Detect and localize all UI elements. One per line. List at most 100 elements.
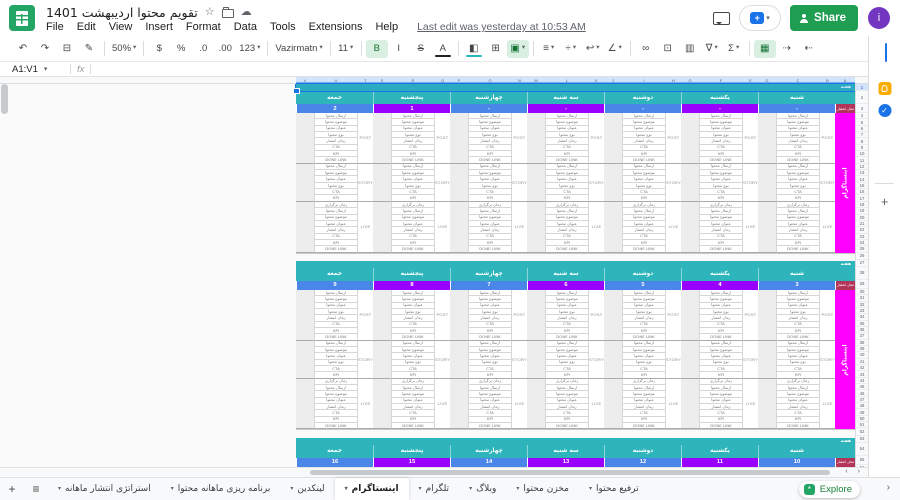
entry-cell[interactable] <box>527 246 545 252</box>
row-label-cell[interactable]: DONE LINK <box>391 246 435 252</box>
column-header-V[interactable]: V <box>296 77 314 84</box>
entry-cell[interactable] <box>296 423 314 429</box>
format-percent-icon[interactable]: % <box>170 40 192 58</box>
entry-cell[interactable] <box>604 423 622 429</box>
row-label-cell[interactable]: DONE LINK <box>776 246 820 252</box>
column-header-M[interactable]: M <box>527 77 545 84</box>
date-cell[interactable]: 15 <box>373 458 450 467</box>
column-header-A[interactable]: A <box>835 77 855 84</box>
sheets-logo[interactable] <box>9 5 35 31</box>
column-header-H[interactable]: H <box>666 77 681 84</box>
row-label-cell[interactable]: DONE LINK <box>314 423 358 429</box>
print-icon[interactable]: ⊟ <box>56 40 78 58</box>
date-cell[interactable]: - <box>527 104 604 113</box>
row-header-55[interactable]: 55 <box>856 456 868 465</box>
sheet-tab-3[interactable]: ▾لینکدین <box>280 478 334 500</box>
column-header-J[interactable]: J <box>604 77 622 84</box>
row-label-cell[interactable]: DONE LINK <box>545 423 589 429</box>
row-label-cell[interactable]: DONE LINK <box>622 246 666 252</box>
date-cell[interactable]: 7 <box>450 281 527 290</box>
share-button[interactable]: Share <box>790 5 858 31</box>
document-title[interactable]: تقویم محتوا اردیبهشت 1401 <box>46 5 198 20</box>
date-cell[interactable]: 3 <box>758 281 835 290</box>
star-icon[interactable]: ☆ <box>205 7 215 18</box>
column-header-I[interactable]: I <box>622 77 666 84</box>
text-wrap-icon[interactable]: ↩▾ <box>582 40 604 58</box>
horizontal-scrollbar-thumb[interactable] <box>310 470 830 475</box>
keep-icon[interactable] <box>878 82 891 95</box>
entry-cell[interactable] <box>758 246 776 252</box>
row-header-strip[interactable]: 1234567891011121314151617181920212223242… <box>855 84 868 467</box>
sheet-tab-5[interactable]: ▾تلگرام <box>409 478 460 500</box>
menu-view[interactable]: View <box>109 21 133 33</box>
horizontal-scrollbar[interactable]: ‹ › <box>0 467 868 477</box>
row-header-27[interactable]: 27 <box>856 260 868 267</box>
calendar-icon[interactable] <box>885 43 887 62</box>
menu-data[interactable]: Data <box>234 21 257 33</box>
tab-menu-caret-icon[interactable]: ▾ <box>290 486 293 492</box>
entry-cell[interactable] <box>450 246 468 252</box>
more-formats-select[interactable]: 123▾ <box>236 40 263 58</box>
sheet-direction-icon[interactable]: ▦ <box>754 40 776 58</box>
undo-icon[interactable]: ↶ <box>12 40 34 58</box>
column-header-O[interactable]: O <box>468 77 512 84</box>
fill-color-icon[interactable]: ◧ <box>463 40 485 58</box>
date-cell[interactable]: 5 <box>604 281 681 290</box>
row-header-1[interactable]: 1 <box>856 84 868 91</box>
date-cell[interactable]: 14 <box>450 458 527 467</box>
column-header-strip[interactable]: VUTSRQPONMLKJIHGFEDCBA <box>0 77 868 84</box>
column-header-S[interactable]: S <box>373 77 391 84</box>
date-cell[interactable]: 2 <box>296 104 373 113</box>
menu-insert[interactable]: Insert <box>145 21 173 33</box>
row-header-52[interactable]: 52 <box>856 428 868 435</box>
date-cell[interactable]: - <box>758 104 835 113</box>
row-label-cell[interactable]: DONE LINK <box>391 423 435 429</box>
functions-icon[interactable]: Σ▾ <box>723 40 745 58</box>
date-cell[interactable]: 8 <box>373 281 450 290</box>
sheet-tab-7[interactable]: ▾مخزن محتوا <box>506 478 579 500</box>
entry-cell[interactable] <box>450 423 468 429</box>
scroll-arrow-icons[interactable]: ‹ › <box>845 468 864 475</box>
column-header-G[interactable]: G <box>681 77 699 84</box>
column-header-T[interactable]: T <box>358 77 373 84</box>
add-addon-icon[interactable]: + <box>881 194 889 209</box>
column-header-C[interactable]: C <box>776 77 820 84</box>
date-cell[interactable]: 11 <box>681 458 758 467</box>
redo-icon[interactable]: ↷ <box>34 40 56 58</box>
date-cell[interactable]: 1 <box>373 104 450 113</box>
row-label-cell[interactable]: DONE LINK <box>622 423 666 429</box>
row-label-cell[interactable]: DONE LINK <box>545 246 589 252</box>
column-header-F[interactable]: F <box>699 77 743 84</box>
increase-decimals-icon[interactable]: .00 <box>214 40 236 58</box>
account-avatar[interactable]: i <box>868 7 890 29</box>
row-header-53[interactable]: 53 <box>856 436 868 443</box>
column-header-U[interactable]: U <box>314 77 358 84</box>
text-direction-ltr-icon[interactable]: ⇢ <box>776 40 798 58</box>
entry-cell[interactable] <box>681 423 699 429</box>
present-button[interactable]: + ▾ <box>740 6 780 30</box>
filter-icon[interactable]: ∇▾ <box>701 40 723 58</box>
column-header-B[interactable]: B <box>820 77 835 84</box>
move-to-folder-icon[interactable] <box>222 9 234 18</box>
insert-chart-icon[interactable]: ▥ <box>679 40 701 58</box>
explore-button[interactable]: * Explore <box>799 481 860 498</box>
row-header-2[interactable]: 2 <box>856 91 868 104</box>
fill-handle[interactable] <box>293 88 300 95</box>
date-cell[interactable]: 4 <box>681 281 758 290</box>
tab-menu-caret-icon[interactable]: ▾ <box>419 486 422 492</box>
tab-menu-caret-icon[interactable]: ▾ <box>469 486 472 492</box>
add-sheet-button[interactable]: + <box>0 482 24 496</box>
sheet-tab-2[interactable]: ▾برنامه ریزی ماهانه محتوا <box>161 478 281 500</box>
all-sheets-button[interactable]: ≡ <box>24 482 48 496</box>
menu-format[interactable]: Format <box>186 21 221 33</box>
entry-cell[interactable] <box>373 246 391 252</box>
sheet-tab-6[interactable]: ▾وبلاگ <box>459 478 506 500</box>
date-cell[interactable]: - <box>604 104 681 113</box>
column-header-P[interactable]: P <box>450 77 468 84</box>
menu-extensions[interactable]: Extensions <box>309 21 363 33</box>
sheet-canvas[interactable]: هفتهجمعهپنجشنبهچهارشنبهسه شنبهدوشنبهیکشن… <box>0 84 855 467</box>
row-label-cell[interactable]: DONE LINK <box>699 423 743 429</box>
vertical-align-icon[interactable]: ÷▾ <box>560 40 582 58</box>
borders-icon[interactable]: ⊞ <box>485 40 507 58</box>
menu-edit[interactable]: Edit <box>77 21 96 33</box>
